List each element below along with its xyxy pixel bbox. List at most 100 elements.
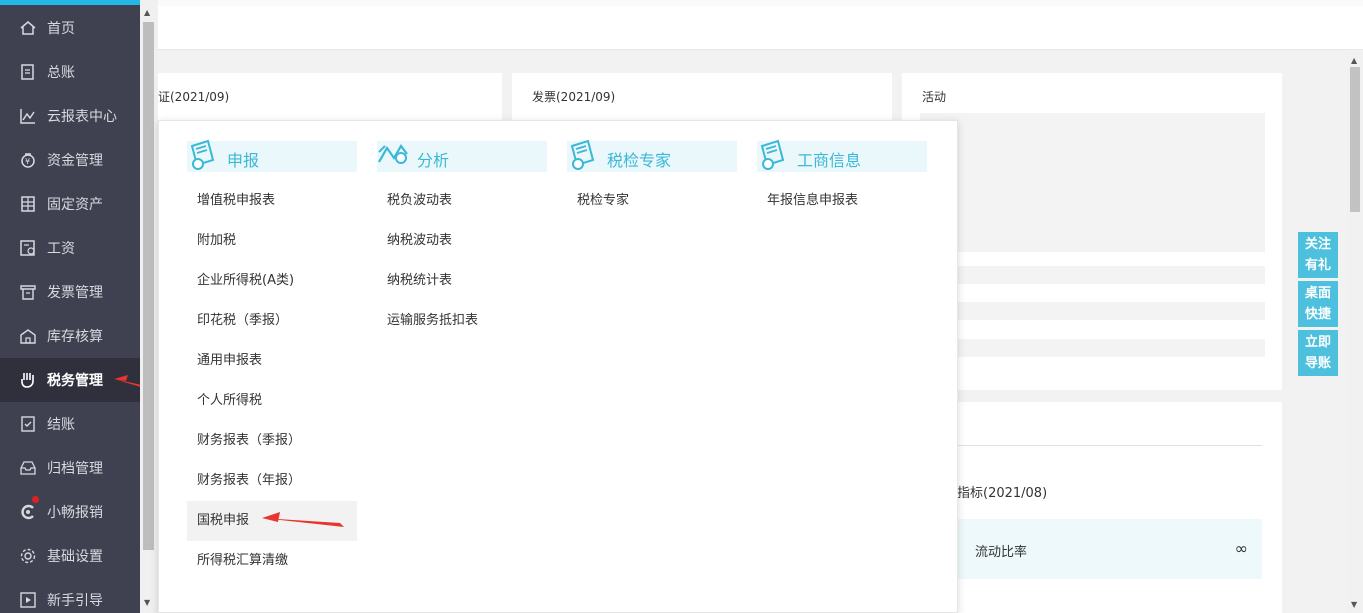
menu-item-annual-statement[interactable]: 财务报表（年报） [187, 461, 357, 501]
gear-icon [19, 547, 37, 565]
activity-card-title: 活动 [922, 90, 947, 104]
desktop-shortcut-line1: 桌面 [1304, 286, 1331, 301]
sidebar-scrollbar[interactable]: ▲ ▼ [140, 0, 158, 613]
salary-icon [19, 239, 37, 257]
menu-item-personal-income-tax[interactable]: 个人所得税 [187, 381, 357, 421]
menu-item-transport-deduction[interactable]: 运输服务抵扣表 [377, 301, 547, 341]
column-header-tax-expert: 税检专家 [567, 139, 737, 172]
column-title-analysis: 分析 [417, 151, 450, 170]
sidebar-item-label: 固定资产 [47, 197, 103, 213]
sidebar-item-invoice[interactable]: 发票管理 [0, 270, 140, 314]
notification-dot [32, 496, 39, 503]
scroll-down-arrow-icon[interactable]: ▼ [144, 598, 150, 607]
sidebar-item-label: 发票管理 [47, 285, 103, 301]
menu-item-tax-payment-fluctuation[interactable]: 纳税波动表 [377, 221, 547, 261]
column-header-declare: 申报 [187, 139, 357, 172]
follow-gift-line2: 有礼 [1304, 258, 1331, 273]
chart-icon [19, 107, 37, 125]
sidebar: 首页 总账 云报表中心 ¥ 资金管理 固定资产 工资 发票管理 库存核算 税务管… [0, 0, 144, 613]
sidebar-item-label: 基础设置 [47, 549, 103, 565]
scroll-up-arrow-icon[interactable]: ▲ [1351, 56, 1357, 65]
sidebar-item-label: 首页 [47, 21, 75, 37]
indicator-card-title: 指标(2021/08) [957, 486, 1048, 501]
sidebar-item-label: 结账 [47, 417, 75, 433]
import-account-line2: 导账 [1304, 356, 1331, 371]
menu-item-general-declaration[interactable]: 通用申报表 [187, 341, 357, 381]
sidebar-item-reimburse[interactable]: 小畅报销 [0, 490, 140, 534]
sidebar-accent-bar [0, 0, 140, 5]
tax-expert-doc-icon [570, 139, 595, 170]
sidebar-item-label: 归档管理 [47, 461, 103, 477]
column-header-analysis: 分析 [377, 141, 547, 172]
sidebar-item-label: 资金管理 [47, 153, 103, 169]
scrollbar-thumb[interactable] [143, 22, 154, 550]
menu-item-annual-report-info[interactable]: 年报信息申报表 [757, 181, 927, 221]
home-icon [19, 19, 37, 37]
sidebar-item-label: 总账 [47, 65, 75, 81]
main-scrollbar[interactable]: ▲ ▼ [1347, 52, 1363, 613]
sidebar-item-assets[interactable]: 固定资产 [0, 182, 140, 226]
menu-item-surtax[interactable]: 附加税 [187, 221, 357, 261]
reimburse-icon [19, 503, 37, 521]
sidebar-item-reports[interactable]: 云报表中心 [0, 94, 140, 138]
menu-item-stamp-tax[interactable]: 印花税（季报） [187, 301, 357, 341]
sidebar-item-funds[interactable]: ¥ 资金管理 [0, 138, 140, 182]
scroll-down-arrow-icon[interactable]: ▼ [1351, 600, 1357, 609]
current-ratio-label: 流动比率 [975, 545, 1028, 560]
sidebar-item-archive[interactable]: 归档管理 [0, 446, 140, 490]
scrollbar-thumb[interactable] [1350, 67, 1360, 212]
menu-item-tax-inspection-expert[interactable]: 税检专家 [567, 181, 737, 221]
indicator-card: 指标(2021/08) [902, 402, 1282, 613]
desktop-shortcut-button[interactable]: 桌面 快捷 [1298, 281, 1338, 327]
warehouse-icon [19, 327, 37, 345]
declare-doc-icon [190, 139, 215, 170]
sidebar-item-label: 库存核算 [47, 329, 103, 345]
top-header [158, 0, 1363, 50]
sidebar-item-settings[interactable]: 基础设置 [0, 534, 140, 578]
current-ratio-value: ∞ [1234, 539, 1248, 558]
activity-banner-placeholder[interactable] [920, 113, 1265, 252]
checkout-icon [19, 415, 37, 433]
desktop-shortcut-line2: 快捷 [1304, 307, 1331, 322]
activity-line-placeholder [920, 266, 1265, 284]
sidebar-item-label: 云报表中心 [47, 109, 117, 125]
menu-item-quarterly-statement[interactable]: 财务报表（季报） [187, 421, 357, 461]
column-title-business-info: 工商信息 [797, 151, 862, 170]
follow-gift-button[interactable]: 关注 有礼 [1298, 232, 1338, 278]
sidebar-item-label: 小畅报销 [47, 505, 103, 521]
invoice-icon [19, 283, 37, 301]
activity-card: 活动 [902, 73, 1282, 390]
sidebar-item-checkout[interactable]: 结账 [0, 402, 140, 446]
menu-item-tax-burden-fluctuation[interactable]: 税负波动表 [377, 181, 547, 221]
scroll-up-arrow-icon[interactable]: ▲ [144, 8, 150, 17]
sidebar-item-inventory[interactable]: 库存核算 [0, 314, 140, 358]
import-account-button[interactable]: 立即 导账 [1298, 330, 1338, 376]
current-ratio-row: 流动比率 ∞ [957, 519, 1262, 579]
menu-item-income-tax-settlement[interactable]: 所得税汇算清缴 [187, 541, 357, 581]
money-bag-icon: ¥ [19, 151, 37, 169]
tax-management-dropdown: 申报 增值税申报表 附加税 企业所得税(A类) 印花税（季报） 通用申报表 个人… [158, 120, 958, 613]
activity-line-placeholder [920, 302, 1265, 320]
play-guide-icon [19, 591, 37, 609]
sidebar-item-home[interactable]: 首页 [0, 6, 140, 50]
sidebar-item-ledger[interactable]: 总账 [0, 50, 140, 94]
voucher-card-title: 证(2021/09) [158, 90, 230, 104]
menu-item-corporate-income-tax[interactable]: 企业所得税(A类) [187, 261, 357, 301]
import-account-line1: 立即 [1304, 335, 1331, 350]
column-header-business-info: 工商信息 [757, 139, 927, 172]
menu-item-vat-declaration[interactable]: 增值税申报表 [187, 181, 357, 221]
column-title-tax-expert: 税检专家 [607, 151, 672, 170]
menu-item-tax-statistics[interactable]: 纳税统计表 [377, 261, 547, 301]
svg-text:¥: ¥ [25, 157, 30, 166]
sidebar-item-label: 税务管理 [47, 373, 103, 389]
red-arrow-annotation [262, 512, 344, 527]
ledger-icon [19, 63, 37, 81]
sidebar-item-salary[interactable]: 工资 [0, 226, 140, 270]
invoice-card-title: 发票(2021/09) [532, 90, 616, 104]
archive-icon [19, 459, 37, 477]
sidebar-item-guide[interactable]: 新手引导 [0, 578, 140, 613]
activity-line-placeholder [920, 339, 1265, 357]
sidebar-item-label: 新手引导 [47, 593, 103, 609]
column-title-declare: 申报 [227, 151, 260, 170]
indicator-divider [920, 445, 1262, 446]
